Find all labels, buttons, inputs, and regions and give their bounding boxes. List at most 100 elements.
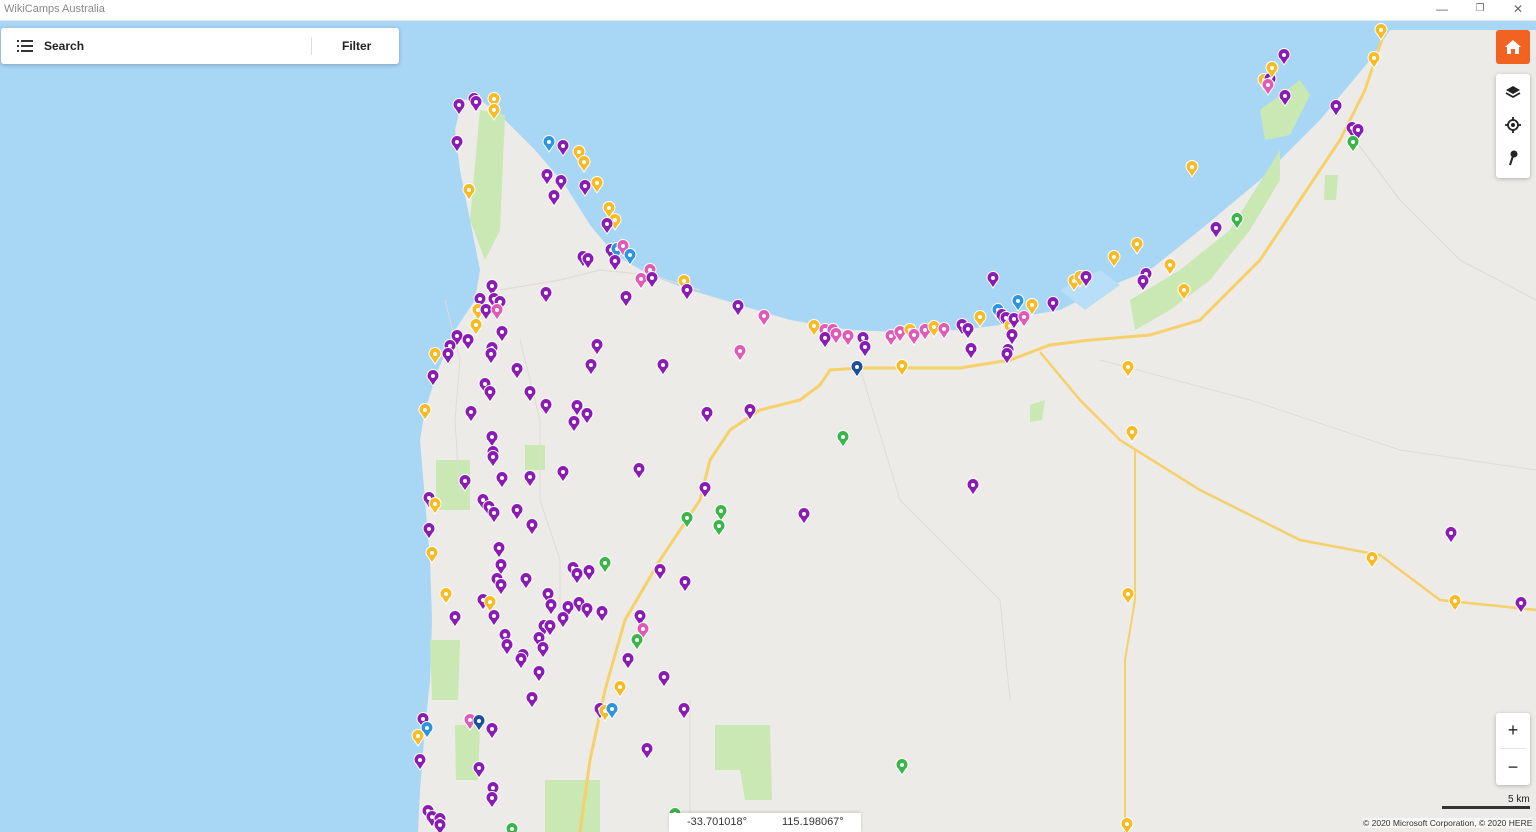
map-marker[interactable] [829,327,843,345]
map-marker[interactable] [731,299,745,317]
map-marker[interactable] [621,652,635,670]
map-marker[interactable] [680,283,694,301]
home-button[interactable] [1496,30,1530,64]
map-marker[interactable] [645,271,659,289]
map-marker[interactable] [1121,587,1135,605]
map-marker[interactable] [536,641,550,659]
map-marker[interactable] [634,272,648,290]
map-marker[interactable] [1514,596,1528,614]
map-marker[interactable] [483,385,497,403]
map-marker[interactable] [433,818,447,832]
map-marker[interactable] [469,318,483,336]
map-marker[interactable] [505,822,519,832]
map-marker[interactable] [590,338,604,356]
map-marker[interactable] [539,398,553,416]
map-marker[interactable] [743,403,757,421]
pin-button[interactable] [1496,142,1530,174]
map-marker[interactable] [582,564,596,582]
map-marker[interactable] [554,174,568,192]
map-marker[interactable] [523,385,537,403]
map-marker[interactable] [1444,526,1458,544]
map-marker[interactable] [966,478,980,496]
map-marker[interactable] [1163,258,1177,276]
map-view[interactable]: Search Filter + − 5 km © 2020 Microsoft … [0,21,1536,832]
map-marker[interactable] [656,358,670,376]
map-marker[interactable] [937,322,951,340]
map-marker[interactable] [907,328,921,346]
map-marker[interactable] [567,415,581,433]
zoom-in-button[interactable]: + [1496,713,1530,747]
map-marker[interactable] [640,742,654,760]
map-marker[interactable] [1329,99,1343,117]
map-marker[interactable] [841,329,855,347]
map-marker[interactable] [1209,221,1223,239]
map-marker[interactable] [595,605,609,623]
minimize-button[interactable]: — [1424,0,1460,20]
map-marker[interactable] [523,470,537,488]
map-marker[interactable] [712,519,726,537]
map-marker[interactable] [733,344,747,362]
list-icon[interactable] [17,40,33,52]
map-marker[interactable] [584,358,598,376]
map-marker[interactable] [556,611,570,629]
map-marker[interactable] [836,430,850,448]
map-marker[interactable] [469,95,483,113]
map-marker[interactable] [525,691,539,709]
map-marker[interactable] [1448,594,1462,612]
map-marker[interactable] [519,572,533,590]
map-marker[interactable] [1367,51,1381,69]
map-marker[interactable] [495,471,509,489]
map-marker[interactable] [441,347,455,365]
map-marker[interactable] [485,430,499,448]
map-marker[interactable] [895,758,909,776]
map-marker[interactable] [1017,310,1031,328]
map-marker[interactable] [807,319,821,337]
map-marker[interactable] [630,633,644,651]
map-marker[interactable] [485,722,499,740]
map-marker[interactable] [514,652,528,670]
map-marker[interactable] [485,791,499,809]
map-marker[interactable] [678,575,692,593]
map-marker[interactable] [895,359,909,377]
layers-button[interactable] [1496,76,1530,108]
map-marker[interactable] [961,322,975,340]
locate-button[interactable] [1496,109,1530,141]
map-marker[interactable] [1365,551,1379,569]
map-marker[interactable] [1120,817,1134,832]
map-marker[interactable] [677,702,691,720]
map-marker[interactable] [461,333,475,351]
map-marker[interactable] [510,503,524,521]
map-marker[interactable] [653,563,667,581]
search-input[interactable]: Search [44,39,84,53]
map-marker[interactable] [556,465,570,483]
map-marker[interactable] [757,309,771,327]
map-marker[interactable] [1346,135,1360,153]
map-marker[interactable] [510,362,524,380]
close-button[interactable]: ✕ [1500,0,1536,20]
map-marker[interactable] [598,556,612,574]
map-marker[interactable] [539,286,553,304]
map-marker[interactable] [547,189,561,207]
map-marker[interactable] [439,587,453,605]
map-marker[interactable] [797,507,811,525]
map-marker[interactable] [487,609,501,627]
map-marker[interactable] [818,331,832,349]
map-marker[interactable] [858,340,872,358]
map-marker[interactable] [495,325,509,343]
map-marker[interactable] [964,342,978,360]
map-marker[interactable] [632,462,646,480]
map-marker[interactable] [525,518,539,536]
map-marker[interactable] [492,541,506,559]
map-marker[interactable] [479,303,493,321]
map-marker[interactable] [484,347,498,365]
map-marker[interactable] [1121,360,1135,378]
filter-button[interactable]: Filter [342,39,371,53]
map-marker[interactable] [613,680,627,698]
map-marker[interactable] [714,504,728,522]
map-marker[interactable] [540,168,554,186]
map-marker[interactable] [448,610,462,628]
map-marker[interactable] [532,665,546,683]
map-marker[interactable] [1136,274,1150,292]
map-marker[interactable] [608,254,622,272]
map-marker[interactable] [490,303,504,321]
